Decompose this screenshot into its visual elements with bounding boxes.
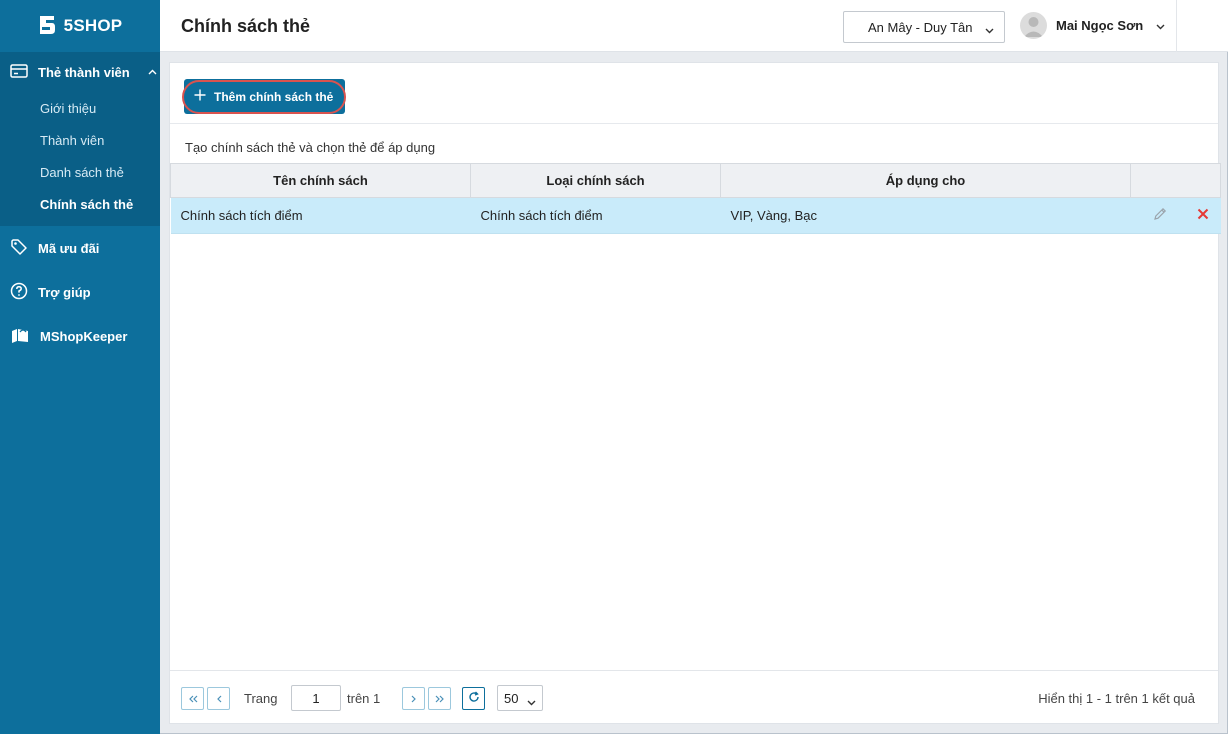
- sidebar-item-label: MShopKeeper: [40, 328, 128, 344]
- add-policy-button[interactable]: Thêm chính sách thẻ: [184, 79, 345, 114]
- chevron-down-icon: [1156, 18, 1165, 33]
- help-icon: [10, 282, 28, 303]
- sidebar-item-members[interactable]: Thành viên: [0, 124, 160, 156]
- sidebar-item-mshopkeeper[interactable]: MShopKeeper: [0, 314, 160, 358]
- cell-actions: [1130, 197, 1221, 234]
- sidebar-item-label: Trợ giúp: [38, 284, 91, 300]
- first-page-button[interactable]: [181, 687, 204, 710]
- avatar: [1020, 12, 1047, 39]
- refresh-icon: [468, 691, 480, 706]
- refresh-button[interactable]: [462, 687, 485, 710]
- row-actions: [1131, 207, 1221, 224]
- sidebar-item-promo-code[interactable]: Mã ưu đãi: [0, 226, 160, 270]
- sidebar-item-member-card[interactable]: Thẻ thành viên: [0, 52, 160, 92]
- cell-policy-type: Chính sách tích điểm: [470, 197, 721, 234]
- sidebar-item-label: Thẻ thành viên: [38, 64, 130, 80]
- sidebar-item-label: Mã ưu đãi: [38, 240, 100, 256]
- sidebar-group-member-card: Thẻ thành viên Giới thiệu Thành viên Dan…: [0, 52, 160, 226]
- card-icon: [10, 63, 28, 81]
- page-label: Trang: [244, 691, 278, 706]
- shopping-bag-icon: [10, 326, 30, 347]
- user-menu[interactable]: Mai Ngọc Sơn: [1020, 12, 1165, 39]
- toolbar: Thêm chính sách thẻ: [170, 63, 1218, 124]
- logo-text: 5SHOP: [63, 16, 123, 35]
- last-page-button[interactable]: [428, 687, 451, 710]
- edit-icon[interactable]: [1153, 207, 1167, 224]
- chevrons-right-icon: [435, 691, 445, 706]
- sidebar-item-card-policy[interactable]: Chính sách thẻ: [0, 188, 160, 220]
- column-header-actions: [1130, 163, 1221, 198]
- cell-policy-name: Chính sách tích điểm: [170, 197, 471, 234]
- 5shop-logo-icon: [38, 14, 58, 39]
- column-header-name[interactable]: Tên chính sách: [170, 163, 471, 198]
- logo[interactable]: 5SHOP: [0, 0, 160, 52]
- sidebar: 5SHOP Thẻ thành viên Giới thiệu Thành vi…: [0, 0, 160, 734]
- column-header-type[interactable]: Loại chính sách: [470, 163, 721, 198]
- page-size-select[interactable]: 50: [497, 685, 543, 711]
- next-page-button[interactable]: [402, 687, 425, 710]
- user-name: Mai Ngọc Sơn: [1056, 18, 1144, 33]
- page-title: Chính sách thẻ: [181, 16, 311, 36]
- header-divider: [1176, 0, 1177, 52]
- page-total-label: trên 1: [347, 691, 381, 706]
- tag-icon: [10, 238, 28, 259]
- chevron-right-icon: [411, 691, 417, 706]
- page-size-value: 50: [504, 690, 519, 706]
- sidebar-submenu: Giới thiệu Thành viên Danh sách thẻ Chín…: [0, 92, 160, 226]
- chevron-up-icon: [148, 69, 157, 75]
- plus-icon: [194, 89, 206, 104]
- chevron-down-icon: [985, 22, 994, 37]
- sidebar-item-help[interactable]: Trợ giúp: [0, 270, 160, 314]
- policy-table: Tên chính sách Loại chính sách Áp dụng c…: [170, 163, 1221, 234]
- delete-icon[interactable]: [1197, 208, 1209, 223]
- store-select-value: An Mây - Duy Tân: [868, 19, 973, 35]
- page-description: Tạo chính sách thẻ và chọn thẻ để áp dụn…: [185, 140, 436, 155]
- pagination-bar: Trang trên 1 50 Hiển thị 1 - 1 trên 1 kế…: [170, 670, 1218, 723]
- chevrons-left-icon: [188, 691, 198, 706]
- sidebar-item-introduction[interactable]: Giới thiệu: [0, 92, 160, 124]
- chevron-down-icon: [527, 694, 536, 709]
- store-select[interactable]: An Mây - Duy Tân: [843, 11, 1005, 43]
- top-header: Chính sách thẻ An Mây - Duy Tân Mai Ngọc…: [160, 0, 1228, 52]
- table-header-row: Tên chính sách Loại chính sách Áp dụng c…: [170, 163, 1221, 198]
- result-count: Hiển thị 1 - 1 trên 1 kết quả: [1038, 691, 1195, 706]
- main-content: Thêm chính sách thẻ Tạo chính sách thẻ v…: [169, 62, 1221, 724]
- page-number-input[interactable]: [291, 685, 341, 711]
- prev-page-button[interactable]: [207, 687, 230, 710]
- chevron-left-icon: [216, 691, 222, 706]
- sidebar-item-card-list[interactable]: Danh sách thẻ: [0, 156, 160, 188]
- add-policy-label: Thêm chính sách thẻ: [214, 89, 334, 104]
- table-row[interactable]: Chính sách tích điểm Chính sách tích điể…: [170, 197, 1221, 234]
- column-header-applies[interactable]: Áp dụng cho: [720, 163, 1131, 198]
- cell-applies-to: VIP, Vàng, Bạc: [720, 197, 1131, 234]
